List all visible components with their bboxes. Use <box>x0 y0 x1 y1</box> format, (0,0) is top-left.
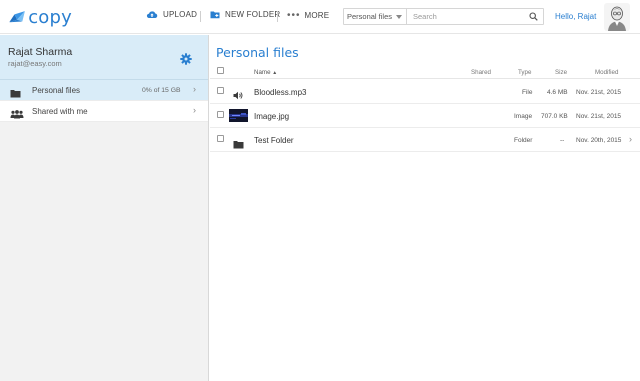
user-greeting[interactable]: Hello, Rajat <box>555 12 596 21</box>
table-row[interactable]: Test Folder Folder -- Nov. 20th, 2015 › <box>210 128 640 152</box>
top-header: copy UPLOAD NEW FOLDER ••• MORE Personal… <box>0 0 640 34</box>
more-dots-icon: ••• <box>287 10 301 21</box>
file-name[interactable]: Bloodless.mp3 <box>254 88 306 97</box>
file-modified: Nov. 21st, 2015 <box>576 89 622 96</box>
column-modified-header[interactable]: Modified <box>595 69 618 76</box>
file-size: 4.6 MB <box>547 89 568 96</box>
folder-icon <box>233 136 244 154</box>
origami-bird-icon <box>9 11 25 23</box>
header-divider <box>200 11 201 22</box>
chevron-right-icon[interactable]: › <box>629 134 632 144</box>
new-folder-label: NEW FOLDER <box>225 10 281 19</box>
copy-logo[interactable]: copy <box>8 4 72 30</box>
profile-panel: Rajat Sharma rajat@easy.com <box>0 35 208 80</box>
page-title: Personal files <box>216 45 299 60</box>
more-button[interactable]: ••• MORE <box>287 10 329 21</box>
file-size: 707.0 KB <box>541 113 568 120</box>
header-divider <box>277 11 278 22</box>
upload-button[interactable]: UPLOAD <box>146 10 197 19</box>
search-input[interactable] <box>407 9 526 24</box>
more-label: MORE <box>304 11 330 20</box>
file-name[interactable]: Test Folder <box>254 136 294 145</box>
avatar[interactable] <box>604 3 630 31</box>
row-checkbox[interactable] <box>217 87 224 94</box>
audio-icon <box>233 87 244 105</box>
file-modified: Nov. 20th, 2015 <box>576 137 622 144</box>
chevron-right-icon: › <box>193 84 196 94</box>
file-type: File <box>522 89 533 96</box>
file-browser: Personal files Name ▲ Shared Type Size M… <box>210 35 640 381</box>
row-checkbox[interactable] <box>217 135 224 142</box>
caret-down-icon <box>396 15 402 19</box>
logo-text: copy <box>28 6 72 28</box>
sidebar-item-label: Shared with me <box>32 107 88 116</box>
sidebar: Rajat Sharma rajat@easy.com Personal fil… <box>0 35 209 381</box>
user-email: rajat@easy.com <box>8 59 62 68</box>
search-bar: Personal files <box>343 8 544 25</box>
storage-quota: 0% of 15 GB <box>142 87 181 94</box>
sidebar-item-shared-with-me[interactable]: Shared with me › <box>0 101 208 122</box>
table-row[interactable]: Bloodless.mp3 File 4.6 MB Nov. 21st, 201… <box>210 80 640 104</box>
user-name: Rajat Sharma <box>8 46 73 58</box>
column-name-label: Name <box>254 69 271 76</box>
file-modified: Nov. 21st, 2015 <box>576 113 622 120</box>
file-name[interactable]: Image.jpg <box>254 112 289 121</box>
sidebar-item-personal-files[interactable]: Personal files 0% of 15 GB › <box>0 80 208 101</box>
column-name-header[interactable]: Name ▲ <box>254 69 277 76</box>
sidebar-item-label: Personal files <box>32 86 81 95</box>
upload-label: UPLOAD <box>163 10 198 19</box>
table-header: Name ▲ Shared Type Size Modified <box>210 64 640 79</box>
new-folder-button[interactable]: NEW FOLDER <box>210 10 280 19</box>
file-type: Folder <box>514 137 533 144</box>
column-type-header[interactable]: Type <box>518 69 531 76</box>
new-folder-icon <box>210 10 220 19</box>
search-icon[interactable] <box>526 10 540 24</box>
sort-ascending-icon: ▲ <box>272 70 278 76</box>
file-size: -- <box>560 137 565 144</box>
search-scope-label: Personal files <box>347 12 393 21</box>
chevron-right-icon: › <box>193 105 196 115</box>
file-type: Image <box>514 113 533 120</box>
select-all-checkbox[interactable] <box>217 67 224 74</box>
cloud-upload-icon <box>146 10 158 19</box>
image-thumbnail <box>229 109 248 127</box>
column-size-header[interactable]: Size <box>555 69 567 76</box>
search-scope-dropdown[interactable]: Personal files <box>344 9 407 24</box>
table-row[interactable]: Image.jpg Image 707.0 KB Nov. 21st, 2015 <box>210 104 640 128</box>
row-checkbox[interactable] <box>217 111 224 118</box>
column-shared-header[interactable]: Shared <box>471 69 491 76</box>
people-icon <box>10 106 24 124</box>
gear-icon[interactable] <box>180 52 192 65</box>
